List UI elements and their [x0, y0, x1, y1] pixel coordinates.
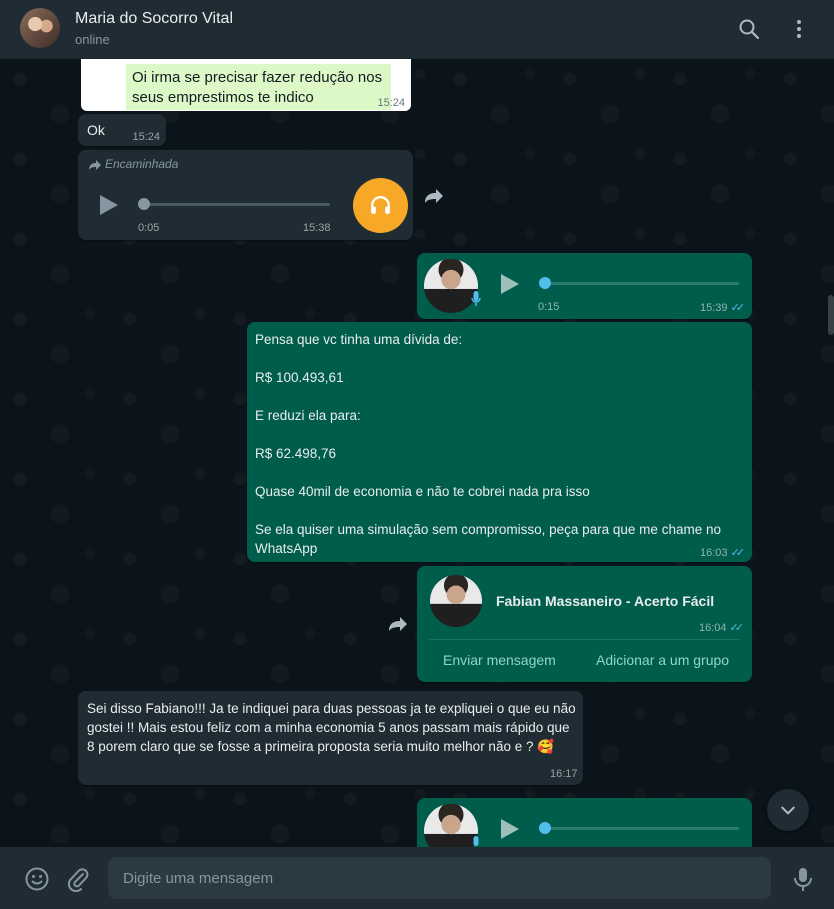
audio-progress-handle[interactable]	[138, 198, 150, 210]
audio-progress-track[interactable]	[545, 827, 739, 830]
contact-card-avatar	[430, 575, 482, 627]
contact-avatar[interactable]	[20, 8, 60, 48]
audio-progress-handle[interactable]	[539, 277, 551, 289]
contact-card-divider	[429, 639, 740, 640]
read-ticks-icon: ✓✓	[730, 302, 746, 314]
play-icon[interactable]	[100, 195, 118, 215]
message-time: 15:39	[700, 302, 728, 314]
sender-avatar	[424, 804, 478, 847]
message-text: Sei disso Fabiano!!! Ja te indiquei para…	[87, 701, 576, 754]
headphones-icon	[353, 178, 408, 233]
audio-progress-track[interactable]	[545, 282, 739, 285]
forward-share-icon[interactable]	[387, 615, 409, 633]
send-message-button[interactable]: Enviar mensagem	[443, 652, 556, 668]
play-icon[interactable]	[501, 274, 519, 294]
menu-icon[interactable]	[787, 17, 811, 41]
contact-card-message[interactable]: Fabian Massaneiro - Acerto Fácil 16:04 ✓✓…	[417, 566, 752, 682]
message-time: 15:24	[132, 131, 160, 143]
chat-scrollbar[interactable]	[828, 295, 834, 335]
message-time: 16:03	[700, 547, 728, 559]
composer-bar	[0, 847, 834, 909]
chevron-down-icon	[781, 806, 795, 815]
contact-card-name[interactable]: Fabian Massaneiro - Acerto Fácil	[496, 593, 714, 609]
message-text: Pensa que vc tinha uma dívida de: R$ 100…	[255, 332, 721, 556]
message-bubble-ok[interactable]: Ok 15:24	[78, 114, 166, 146]
audio-progress-track[interactable]	[142, 203, 330, 206]
audio-progress-handle[interactable]	[539, 822, 551, 834]
audio-duration: 0:05	[138, 222, 160, 234]
forward-share-icon[interactable]	[423, 187, 445, 205]
mic-icon	[471, 291, 481, 306]
outgoing-text-message[interactable]: Pensa que vc tinha uma dívida de: R$ 100…	[247, 322, 752, 562]
microphone-icon[interactable]	[790, 866, 816, 892]
play-icon[interactable]	[501, 819, 519, 839]
whatsapp-window: Maria do Socorro Vital online Oi irma se…	[0, 0, 834, 909]
message-time: 15:24	[377, 97, 405, 109]
quoted-message-image[interactable]: Oi irma se precisar fazer redução nos se…	[81, 59, 411, 111]
forwarded-icon	[89, 160, 101, 170]
add-to-group-button[interactable]: Adicionar a um grupo	[596, 652, 729, 668]
search-icon[interactable]	[737, 17, 761, 41]
message-time: 15:38	[303, 222, 331, 234]
outgoing-voice-message[interactable]	[417, 798, 752, 847]
outgoing-voice-message[interactable]: 0:15 15:39 ✓✓	[417, 253, 752, 319]
attach-icon[interactable]	[65, 866, 91, 892]
message-input[interactable]	[108, 857, 771, 899]
incoming-text-message[interactable]: Sei disso Fabiano!!! Ja te indiquei para…	[78, 691, 583, 785]
emoji-icon[interactable]	[24, 866, 50, 892]
quoted-message-text: Oi irma se precisar fazer redução nos se…	[126, 64, 391, 110]
scroll-down-button[interactable]	[767, 789, 809, 831]
message-time: 16:17	[550, 768, 578, 780]
read-ticks-icon: ✓✓	[729, 622, 745, 634]
chat-area[interactable]: Oi irma se precisar fazer redução nos se…	[0, 59, 834, 847]
contact-name[interactable]: Maria do Socorro Vital	[75, 10, 233, 28]
message-time: 16:04	[699, 622, 727, 634]
forwarded-label: Encaminhada	[105, 157, 179, 171]
read-ticks-icon: ✓✓	[730, 547, 746, 559]
message-text: Ok	[87, 122, 105, 138]
chat-header: Maria do Socorro Vital online	[0, 0, 834, 59]
sender-avatar	[424, 259, 478, 313]
audio-duration: 0:15	[538, 301, 560, 313]
contact-status: online	[75, 32, 110, 47]
mic-icon	[473, 836, 479, 846]
